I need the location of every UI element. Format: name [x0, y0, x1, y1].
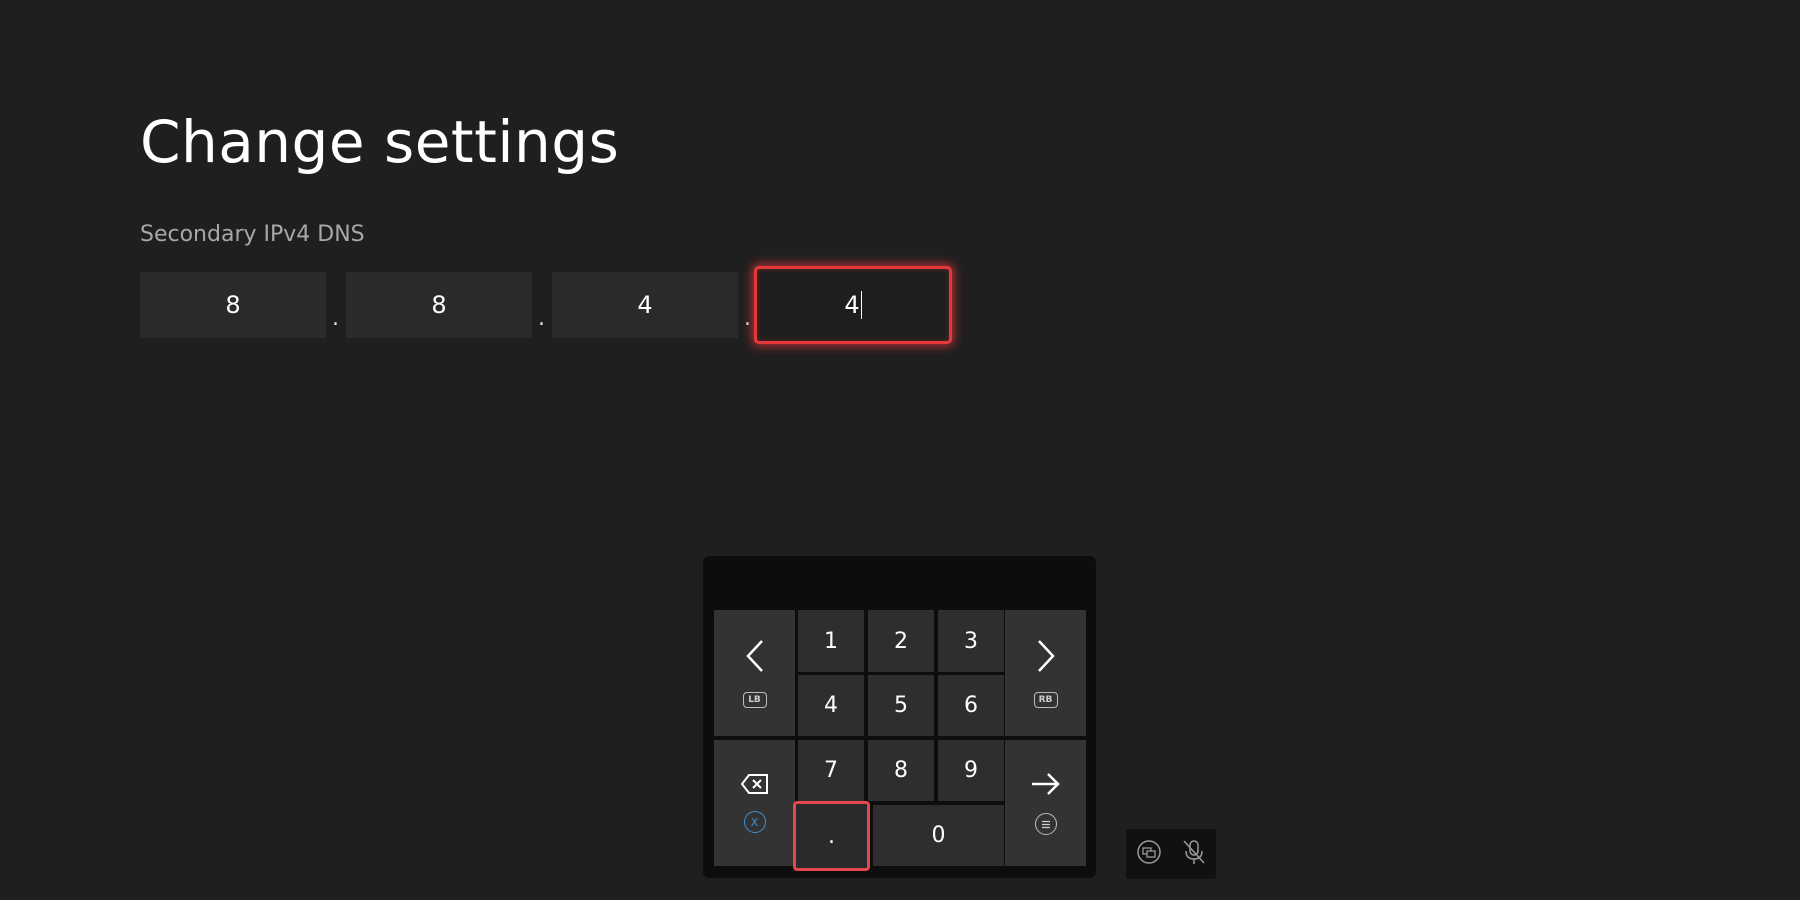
- key-6[interactable]: 6: [938, 675, 1004, 736]
- backspace-key[interactable]: X: [714, 740, 795, 866]
- dns-octet-1-value: 8: [225, 291, 241, 319]
- dns-octet-4[interactable]: 4: [754, 266, 952, 344]
- backspace-icon: [740, 773, 770, 801]
- controller-shortcuts-panel: [1126, 829, 1216, 879]
- octet-separator: .: [332, 306, 339, 331]
- key-9[interactable]: 9: [938, 740, 1004, 801]
- key-1[interactable]: 1: [798, 610, 864, 672]
- secondary-dns-label: Secondary IPv4 DNS: [140, 222, 365, 247]
- dns-octet-4-value: 4: [844, 291, 860, 319]
- octet-separator: .: [538, 306, 545, 331]
- arrow-right-icon: [1030, 771, 1062, 803]
- rb-button-icon: RB: [1033, 692, 1058, 708]
- key-5[interactable]: 5: [868, 675, 934, 736]
- dns-octet-3[interactable]: 4: [552, 272, 738, 338]
- octet-separator: .: [744, 306, 751, 331]
- lb-button-icon: LB: [742, 692, 767, 708]
- key-dot[interactable]: .: [793, 801, 870, 871]
- view-button-icon[interactable]: [1136, 839, 1162, 869]
- chevron-left-icon: [742, 638, 768, 680]
- key-3[interactable]: 3: [938, 610, 1004, 672]
- dns-octet-3-value: 4: [637, 291, 653, 319]
- enter-key[interactable]: [1005, 740, 1086, 866]
- numeric-keypad: LB 1 2 3 RB 4 5 6 X 7 8 9 . 0: [703, 556, 1096, 878]
- chevron-right-icon: [1033, 638, 1059, 680]
- cursor-left-key[interactable]: LB: [714, 610, 795, 736]
- page-title: Change settings: [140, 108, 620, 176]
- dns-octet-2-value: 8: [431, 291, 447, 319]
- dns-octet-1[interactable]: 8: [140, 272, 326, 338]
- key-4[interactable]: 4: [798, 675, 864, 736]
- key-8[interactable]: 8: [868, 740, 934, 801]
- cursor-right-key[interactable]: RB: [1005, 610, 1086, 736]
- text-caret: [860, 291, 862, 319]
- dns-octet-2[interactable]: 8: [346, 272, 532, 338]
- key-0[interactable]: 0: [873, 805, 1004, 866]
- mic-off-icon[interactable]: [1181, 838, 1207, 870]
- x-button-icon: X: [743, 811, 766, 833]
- menu-button-icon: [1034, 813, 1057, 835]
- key-7[interactable]: 7: [798, 740, 864, 801]
- key-2[interactable]: 2: [868, 610, 934, 672]
